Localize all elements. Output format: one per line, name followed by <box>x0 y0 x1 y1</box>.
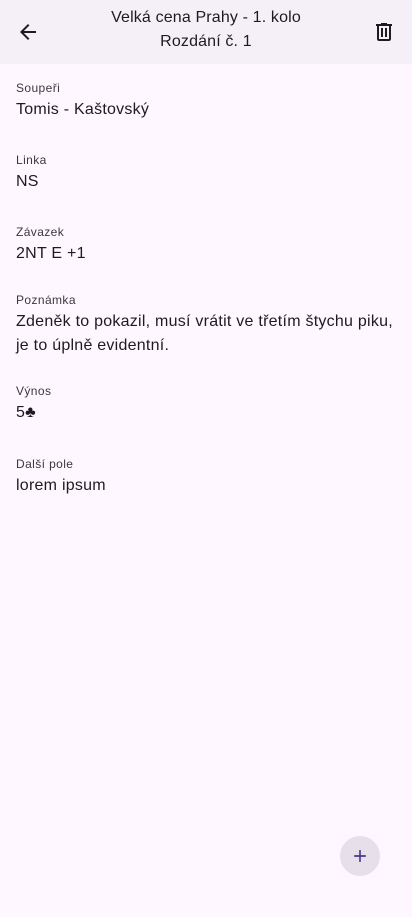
field-label: Výnos <box>16 384 52 398</box>
field-label: Poznámka <box>16 293 76 307</box>
field-lead: Výnos 5♣ <box>16 381 396 454</box>
field-label: Závazek <box>16 225 65 239</box>
arrow-back-icon <box>20 24 36 40</box>
field-label: Soupeři <box>16 81 61 95</box>
field-value[interactable]: lorem ipsum <box>16 474 396 498</box>
delete-button[interactable] <box>364 8 404 56</box>
field-contract: Závazek 2NT E +1 <box>16 222 396 290</box>
field-line: Linka NS <box>16 150 396 222</box>
field-extra: Další pole lorem ipsum <box>16 454 396 526</box>
field-opponents: Soupeři Tomis - Kaštovský <box>16 78 396 150</box>
field-value[interactable]: Tomis - Kaštovský <box>16 98 396 122</box>
trash-icon <box>376 23 392 41</box>
field-value[interactable]: 5♣ <box>16 401 396 425</box>
field-value[interactable]: Zdeněk to pokazil, musí vrátit ve třetím… <box>16 310 396 358</box>
field-note: Poznámka Zdeněk to pokazil, musí vrátit … <box>16 290 396 381</box>
field-label: Další pole <box>16 457 74 471</box>
page-subtitle: Rozdání č. 1 <box>160 33 252 50</box>
field-value[interactable]: NS <box>16 170 396 194</box>
plus-icon <box>354 850 366 862</box>
add-field-button[interactable] <box>340 836 380 876</box>
field-value[interactable]: 2NT E +1 <box>16 242 396 266</box>
back-button[interactable] <box>8 8 48 56</box>
header-titles: Velká cena Prahy - 1. kolo Rozdání č. 1 <box>60 6 352 54</box>
app-bar: Velká cena Prahy - 1. kolo Rozdání č. 1 <box>0 0 412 64</box>
page-title: Velká cena Prahy - 1. kolo <box>111 9 301 26</box>
field-label: Linka <box>16 153 47 167</box>
hand-details: Soupeři Tomis - Kaštovský Linka NS Závaz… <box>16 78 396 526</box>
